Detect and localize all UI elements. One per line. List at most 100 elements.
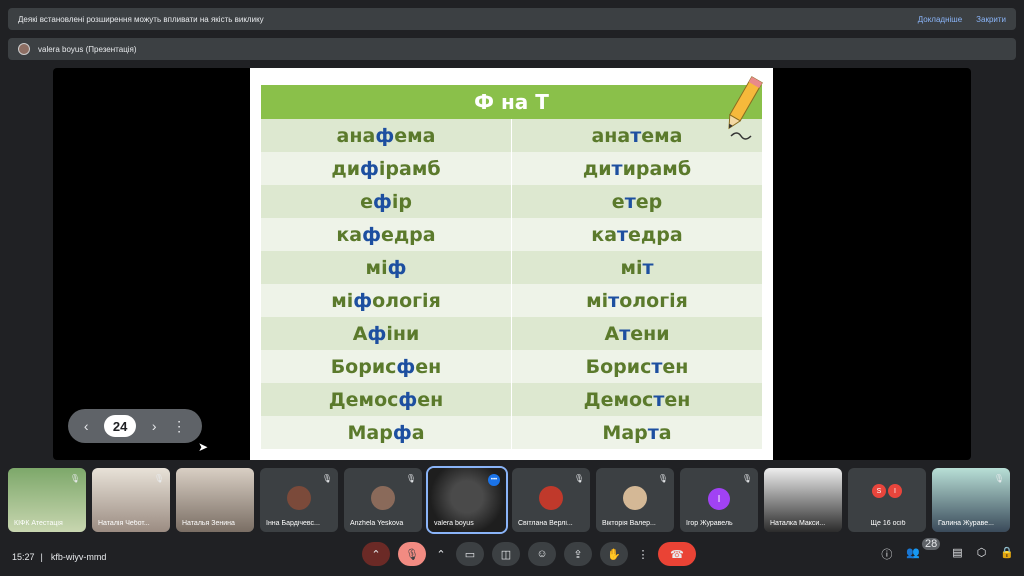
- slide-row: Мар ф а Мар т а: [261, 416, 762, 449]
- avatar: І: [888, 484, 902, 498]
- people-icon[interactable]: 👥28: [906, 538, 941, 562]
- mouse-cursor-icon: ➤: [198, 440, 209, 454]
- participant-tile[interactable]: Наталка Макси...: [764, 468, 842, 532]
- details-link[interactable]: Докладніше: [918, 15, 962, 24]
- close-link[interactable]: Закрити: [976, 15, 1006, 24]
- left-word: Мар ф а: [261, 416, 512, 449]
- participant-name: Наталка Макси...: [770, 520, 826, 527]
- highlighted-letter: ф: [353, 289, 373, 312]
- host-controls-icon[interactable]: 🔒: [1000, 546, 1014, 562]
- captions-button[interactable]: ◫: [492, 542, 520, 566]
- participant-tile[interactable]: 🎙 Вікторія Валер...: [596, 468, 674, 532]
- word-part: А: [352, 322, 368, 345]
- pencil-icon: [728, 76, 763, 140]
- presenter-bar: valera boyus (Презентація): [8, 38, 1016, 60]
- highlighted-letter: ф: [398, 388, 418, 411]
- chat-icon[interactable]: ▤: [952, 546, 962, 562]
- highlighted-letter: т: [624, 190, 636, 213]
- info-icon[interactable]: ⓘ: [881, 546, 892, 562]
- participant-tile-active[interactable]: ••• valera boyus: [426, 466, 508, 534]
- highlighted-letter: ф: [392, 421, 412, 444]
- emoji-button[interactable]: ☺: [528, 542, 556, 566]
- highlighted-letter: т: [608, 289, 620, 312]
- activities-icon[interactable]: ⬡: [977, 546, 987, 562]
- participant-name: КІФК Атестація: [14, 520, 63, 527]
- slide-title: Ф на Т: [261, 85, 762, 119]
- highlighted-letter: ф: [375, 124, 395, 147]
- left-word: мі ф: [261, 251, 512, 284]
- more-vert-icon[interactable]: ⋮: [172, 418, 186, 435]
- participant-name: Ігор Журавель: [686, 520, 733, 527]
- word-part: ер: [635, 190, 663, 213]
- slide-row: ка ф едра ка т едра: [261, 218, 762, 251]
- highlighted-letter: т: [647, 421, 659, 444]
- camera-options-icon[interactable]: ⌃: [434, 542, 448, 566]
- slide: Ф на Т ана ф ема ана т ема ди ф ірамб ди т ирамб е ф і…: [250, 68, 773, 460]
- highlighted-letter: т: [630, 124, 642, 147]
- right-word: мі т ологія: [512, 284, 762, 317]
- participant-tile[interactable]: 🎙 Anzhela Yeskova: [344, 468, 422, 532]
- mic-off-icon: 🎙: [153, 474, 164, 483]
- word-part: Демос: [583, 388, 654, 411]
- avatar-stack: S І: [872, 484, 902, 498]
- mic-off-button[interactable]: 🎙: [398, 542, 426, 566]
- left-word: Демос ф ен: [261, 383, 512, 416]
- more-options-icon[interactable]: ⋮: [636, 542, 650, 566]
- participant-tile[interactable]: І 🎙 Ігор Журавель: [680, 468, 758, 532]
- mic-options-icon[interactable]: ⌃: [362, 542, 390, 566]
- participant-tile[interactable]: 🎙 Світлана Верлі...: [512, 468, 590, 532]
- word-part: ана: [336, 124, 376, 147]
- camera-button[interactable]: ▭: [456, 542, 484, 566]
- word-part: ана: [591, 124, 631, 147]
- slide-row: ди ф ірамб ди т ирамб: [261, 152, 762, 185]
- word-part: едра: [628, 223, 683, 246]
- page-number: 24: [104, 415, 137, 437]
- highlighted-letter: ф: [367, 322, 387, 345]
- participant-name: Галина Жураве...: [938, 520, 994, 527]
- right-word: ка т едра: [512, 218, 762, 251]
- word-part: ологія: [372, 289, 441, 312]
- speaking-icon: •••: [488, 474, 500, 486]
- avatar: [623, 486, 647, 510]
- right-word: ди т ирамб: [512, 152, 762, 185]
- chevron-right-icon[interactable]: ›: [152, 418, 157, 434]
- participant-tile[interactable]: 🎙 Наталія Чебот...: [92, 468, 170, 532]
- participant-name: Світлана Верлі...: [518, 520, 573, 527]
- right-word: Мар т а: [512, 416, 762, 449]
- word-part: Демос: [328, 388, 399, 411]
- right-word: Борис т ен: [512, 350, 762, 383]
- presenter-label: valera boyus (Презентація): [38, 44, 137, 54]
- participant-name: Вікторія Валер...: [602, 520, 656, 527]
- end-call-button[interactable]: ☎: [658, 542, 696, 566]
- highlighted-letter: т: [611, 157, 623, 180]
- word-part: ен: [417, 388, 444, 411]
- people-count-badge: 28: [922, 538, 941, 550]
- participant-tile[interactable]: 🎙 Інна Бардічевс...: [260, 468, 338, 532]
- word-part: ди: [331, 157, 361, 180]
- more-participants-tile[interactable]: S І Ще 16 осіб: [848, 468, 926, 532]
- presenter-avatar: [18, 43, 30, 55]
- word-part: ірамб: [378, 157, 441, 180]
- participant-tile[interactable]: Наталья Зенина: [176, 468, 254, 532]
- chevron-left-icon[interactable]: ‹: [84, 418, 89, 434]
- left-word: мі ф ологія: [261, 284, 512, 317]
- raise-hand-button[interactable]: ✋: [600, 542, 628, 566]
- word-part: Мар: [347, 421, 393, 444]
- present-button[interactable]: ⇪: [564, 542, 592, 566]
- side-panel-controls: ⓘ 👥28 ▤ ⬡ 🔒: [881, 538, 1014, 562]
- participant-tile[interactable]: 🎙 Галина Жураве...: [932, 468, 1010, 532]
- word-part: е: [360, 190, 373, 213]
- left-word: ана ф ема: [261, 119, 512, 152]
- highlighted-letter: т: [651, 355, 663, 378]
- highlighted-letter: т: [642, 256, 654, 279]
- word-part: ен: [664, 388, 691, 411]
- participant-tile[interactable]: 🎙 КІФК Атестація: [8, 468, 86, 532]
- word-part: мі: [586, 289, 609, 312]
- slide-row: е ф ір е т ер: [261, 185, 762, 218]
- participant-name: Наталія Чебот...: [98, 520, 150, 527]
- avatar: [371, 486, 395, 510]
- right-word: е т ер: [512, 185, 762, 218]
- right-word: Ат ени: [512, 317, 762, 350]
- avatar: І: [708, 488, 730, 510]
- notice-message: Деякі встановлені розширення можуть впли…: [18, 14, 264, 24]
